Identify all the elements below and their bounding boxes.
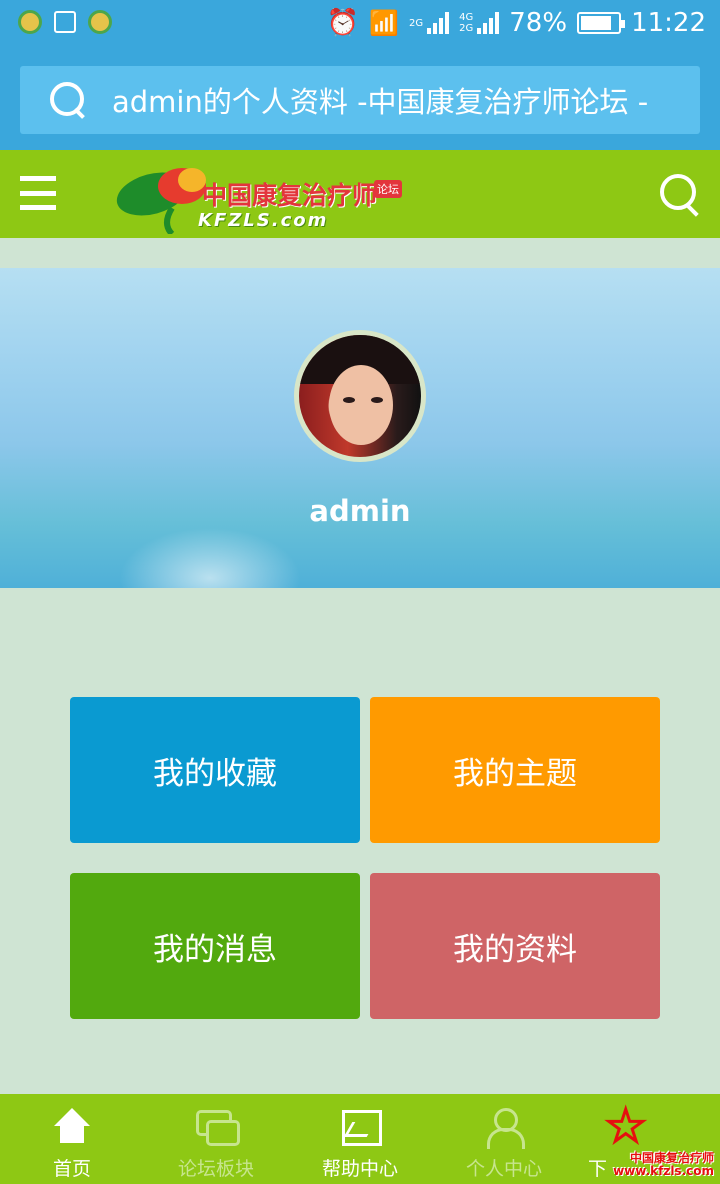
network-2g-label: 2G (459, 23, 474, 34)
my-favorites-button[interactable]: 我的收藏 (70, 697, 360, 843)
logo-subtitle: KFZLS.com (198, 210, 329, 231)
nav-label-home: 首页 (52, 1158, 91, 1180)
network-type-label: 2G (409, 17, 424, 29)
star-icon: ★ (604, 1101, 646, 1152)
nav-item-download[interactable]: ★ 下 中国康复治疗师 www.kfzls.com (576, 1094, 720, 1184)
header-search-icon[interactable] (658, 172, 702, 216)
bottom-nav: 首页 论坛板块 帮助中心 个人中心 ★ 下 中国康复治疗师 www.kfzls.… (0, 1094, 720, 1184)
nav-item-home[interactable]: 首页 (0, 1094, 144, 1184)
clock: 11:22 (631, 8, 706, 38)
battery-icon (577, 12, 626, 34)
status-bar: ⏰ 📶 2G 4G 2G 78% 11:22 (0, 0, 720, 50)
nav-label-profile: 个人中心 (465, 1158, 542, 1180)
alarm-icon: ⏰ (326, 8, 360, 38)
browser-address-bar: admin的个人资料 -中国康复治疗师论坛 - (0, 50, 720, 150)
network-4g-label: 4G (459, 12, 474, 23)
nav-item-profile[interactable]: 个人中心 (432, 1094, 576, 1184)
nav-label-help: 帮助中心 (321, 1158, 398, 1180)
logo-text: 中国康复治疗师 (202, 181, 378, 210)
page-title-text: admin的个人资料 -中国康复治疗师论坛 - (112, 85, 649, 119)
picture-icon (340, 1108, 382, 1146)
site-logo[interactable]: 中国康复治疗师 论坛 KFZLS.com (112, 158, 412, 237)
nav-label-forums: 论坛板块 (177, 1158, 254, 1180)
signal-bars-icon-2 (477, 12, 500, 34)
chat-icon (196, 1108, 240, 1146)
username: admin (309, 494, 411, 528)
home-icon (52, 1108, 92, 1146)
avatar[interactable] (294, 330, 426, 462)
signal-bars-icon (427, 12, 450, 34)
image-notification-icon (54, 11, 76, 33)
search-icon (46, 78, 90, 122)
watermark: 中国康复治疗师 www.kfzls.com (613, 1152, 714, 1178)
nav-label-download: 下 (588, 1158, 608, 1180)
my-topics-button[interactable]: 我的主题 (370, 697, 660, 843)
my-messages-button[interactable]: 我的消息 (70, 873, 360, 1019)
url-field[interactable]: admin的个人资料 -中国康复治疗师论坛 - (20, 66, 700, 134)
network-dual-label: 4G 2G (459, 12, 473, 34)
app-notification-icon (18, 10, 42, 34)
wifi-icon: 📶 (369, 9, 400, 37)
menu-icon[interactable] (20, 176, 56, 210)
watermark-line2: www.kfzls.com (613, 1164, 714, 1178)
battery-percent: 78% (509, 8, 568, 38)
site-header: 中国康复治疗师 论坛 KFZLS.com (0, 150, 720, 238)
nav-item-forums[interactable]: 论坛板块 (144, 1094, 288, 1184)
nav-item-help[interactable]: 帮助中心 (288, 1094, 432, 1184)
my-profile-button[interactable]: 我的资料 (370, 873, 660, 1019)
notification-icons (18, 10, 112, 34)
user-icon (484, 1108, 525, 1149)
app-notification-icon-2 (88, 10, 112, 34)
status-icons: ⏰ 📶 2G 4G 2G 78% 11:22 (327, 8, 706, 38)
logo-tag: 论坛 (374, 180, 402, 198)
